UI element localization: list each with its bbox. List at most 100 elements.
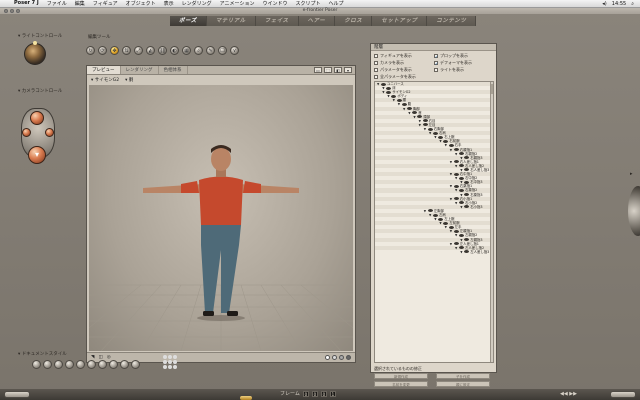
- parameters-expand-icon[interactable]: ▸: [630, 171, 633, 177]
- visibility-eye-icon[interactable]: [401, 102, 407, 106]
- tree-row[interactable]: ▼ 左人差し指3: [375, 250, 493, 254]
- direct-manipulation-tool-icon[interactable]: ☐: [218, 46, 227, 55]
- visibility-eye-icon[interactable]: [464, 156, 470, 160]
- style-silhouette-icon[interactable]: [32, 360, 41, 369]
- visibility-eye-icon[interactable]: [459, 152, 464, 156]
- volume-icon[interactable]: ◂): [602, 1, 606, 7]
- render-icon[interactable]: ◧: [334, 67, 342, 73]
- room-tab[interactable]: マテリアル: [206, 16, 256, 26]
- camera-head-icon[interactable]: [30, 111, 44, 125]
- left-pill-button[interactable]: [4, 391, 30, 398]
- visibility-eye-icon[interactable]: [453, 160, 459, 164]
- menu-item[interactable]: 編集: [71, 0, 89, 7]
- rotate-tool-icon[interactable]: ↻: [86, 46, 95, 55]
- menu-item[interactable]: レンダリング: [178, 0, 216, 7]
- hierarchy-option[interactable]: 全パラメータを表示: [374, 74, 434, 80]
- visibility-eye-icon[interactable]: [453, 197, 459, 201]
- figure-select[interactable]: ▾ サイモンG2: [91, 77, 119, 83]
- frame-digit[interactable]: 0: [320, 390, 327, 397]
- menu-item[interactable]: ウインドウ: [258, 0, 291, 7]
- style-cartoon-icon[interactable]: [109, 360, 118, 369]
- grid-dot-icon[interactable]: [168, 360, 172, 364]
- visibility-eye-icon[interactable]: [464, 238, 470, 242]
- style-texture-shaded-icon[interactable]: [131, 360, 140, 369]
- menu-item[interactable]: フィギュア: [89, 0, 122, 7]
- expand-arrow-icon[interactable]: ▼: [460, 250, 462, 254]
- visibility-eye-icon[interactable]: [453, 172, 459, 176]
- visibility-eye-icon[interactable]: [459, 176, 464, 180]
- visibility-eye-icon[interactable]: [459, 201, 464, 205]
- timeline-end-controls[interactable]: ◀◀ ▶▶: [560, 391, 577, 397]
- visibility-eye-icon[interactable]: [417, 115, 423, 119]
- render-settings-icon[interactable]: ▭: [314, 67, 322, 73]
- swatch-1-icon[interactable]: [325, 355, 330, 360]
- grid-dot-icon[interactable]: [173, 355, 177, 359]
- visibility-eye-icon[interactable]: [412, 111, 418, 115]
- hierarchy-option[interactable]: ✓ プロップを表示: [434, 53, 494, 59]
- grid-dot-icon[interactable]: [163, 360, 167, 364]
- tab-color-system[interactable]: 色相体系: [159, 66, 188, 74]
- timeline-scrubber[interactable]: [240, 396, 252, 400]
- color-tool-icon[interactable]: ◐: [170, 46, 179, 55]
- hierarchy-option[interactable]: ライトを表示: [434, 67, 494, 73]
- visibility-eye-icon[interactable]: [464, 205, 470, 209]
- tree-scroll-thumb[interactable]: [491, 84, 493, 94]
- grid-dot-icon[interactable]: [173, 360, 177, 364]
- room-tab[interactable]: フェイス: [255, 16, 299, 26]
- visibility-eye-icon[interactable]: [453, 184, 459, 188]
- room-tab[interactable]: クロス: [335, 16, 373, 26]
- visibility-eye-icon[interactable]: [427, 127, 433, 131]
- visibility-eye-icon[interactable]: [453, 148, 459, 151]
- style-smooth-shaded-icon[interactable]: [120, 360, 129, 369]
- checkbox[interactable]: ✓: [434, 54, 438, 59]
- visibility-eye-icon[interactable]: [459, 246, 464, 250]
- room-tab[interactable]: コンテンツ: [427, 16, 477, 26]
- visibility-eye-icon[interactable]: [453, 229, 459, 233]
- checkbox[interactable]: [434, 68, 438, 72]
- light-indicator-icon[interactable]: [33, 41, 37, 45]
- frame-digit[interactable]: 1: [329, 390, 336, 397]
- tab-render[interactable]: レンダリング: [121, 66, 159, 74]
- visibility-eye-icon[interactable]: [438, 217, 444, 221]
- right-pill-button[interactable]: [610, 391, 636, 398]
- grouping-tool-icon[interactable]: ▦: [182, 46, 191, 55]
- chain-break-tool-icon[interactable]: ⛓: [158, 46, 167, 55]
- rename-button[interactable]: 子を作成: [436, 373, 490, 379]
- visibility-eye-icon[interactable]: [386, 86, 392, 90]
- visibility-eye-icon[interactable]: [459, 188, 464, 192]
- grid-dot-icon[interactable]: [163, 355, 167, 359]
- zoom-window-button[interactable]: [16, 9, 20, 13]
- visibility-eye-icon[interactable]: [433, 131, 438, 135]
- menu-item[interactable]: ファイル: [43, 0, 71, 7]
- hair-tool-icon[interactable]: ⋎: [230, 46, 239, 55]
- translate-tool-icon[interactable]: ✥: [110, 46, 119, 55]
- style-outline-icon[interactable]: [43, 360, 52, 369]
- room-tab[interactable]: セットアップ: [372, 16, 428, 26]
- visibility-eye-icon[interactable]: [381, 82, 386, 86]
- hierarchy-tree[interactable]: ▼ ユニバース ▼ 床 ▼ サイモンG2 ▼ ボディ ▼ 腰 ▼ 腹 ▼ 胸部 ▼ 首 ▼ 頭部 ▼ 右目 ▼ 左目 ▼ 右胸…: [374, 81, 494, 363]
- checkbox[interactable]: [374, 75, 378, 79]
- scale-tool-icon[interactable]: ⤢: [134, 46, 143, 55]
- swatch-3-icon[interactable]: [339, 355, 344, 360]
- frame-digit[interactable]: 0: [302, 390, 309, 397]
- visibility-eye-icon[interactable]: [407, 107, 412, 111]
- minimize-window-button[interactable]: [10, 9, 14, 13]
- visibility-eye-icon[interactable]: [438, 135, 444, 139]
- visibility-eye-icon[interactable]: [396, 98, 402, 102]
- grid-dot-icon[interactable]: [163, 365, 167, 369]
- visibility-eye-icon[interactable]: [448, 143, 454, 147]
- visibility-eye-icon[interactable]: [459, 164, 464, 168]
- style-wireframe-icon[interactable]: [54, 360, 63, 369]
- options-menu-icon[interactable]: ▾: [344, 67, 352, 73]
- tab-preview[interactable]: プレビュー: [87, 66, 121, 74]
- style-hidden-line-icon[interactable]: [65, 360, 74, 369]
- morphing-tool-icon[interactable]: ✎: [206, 46, 215, 55]
- translate-in-out-tool-icon[interactable]: ⇅: [122, 46, 131, 55]
- body-part-select[interactable]: ▾ 胴: [125, 77, 133, 83]
- grid-dot-icon[interactable]: [173, 365, 177, 369]
- visibility-eye-icon[interactable]: [443, 139, 449, 143]
- 3d-viewport[interactable]: [89, 85, 353, 351]
- set-parent-button[interactable]: 親に設定: [436, 381, 490, 387]
- visibility-eye-icon[interactable]: [464, 193, 470, 197]
- checkbox[interactable]: ✓: [434, 61, 438, 66]
